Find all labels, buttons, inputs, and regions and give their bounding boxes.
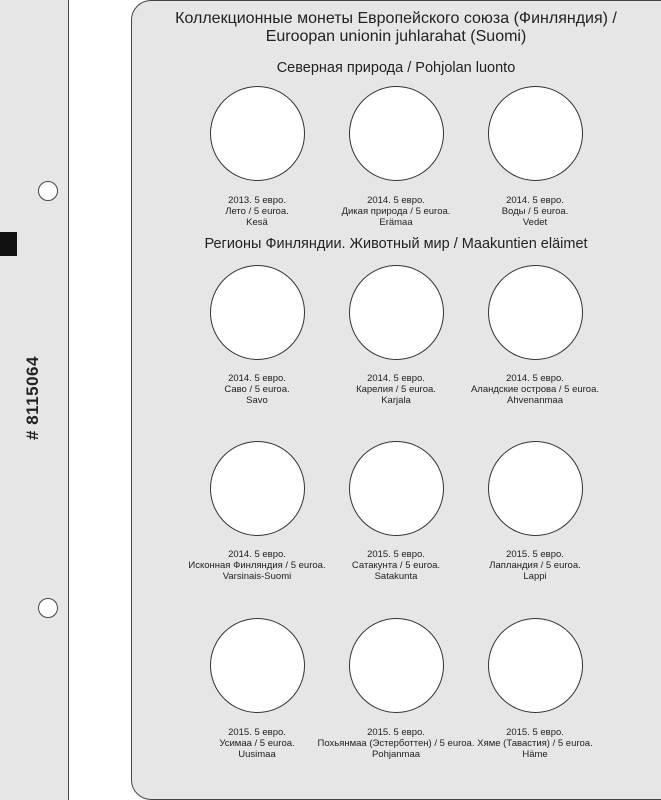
coin-caption: 2014. 5 евро. Воды / 5 euroa. Vedet (501, 195, 569, 228)
coin-slot[interactable] (349, 618, 444, 713)
page-title-line2: Euroopan unionin juhlarahat (Suomi) (265, 28, 527, 45)
page-title-line1: Коллекционные монеты Европейского союза … (175, 10, 617, 27)
coin-slot[interactable] (349, 86, 444, 181)
coin-slot[interactable] (488, 86, 583, 181)
coin-slot[interactable] (210, 618, 305, 713)
catalog-number: # 8115064 (23, 356, 42, 440)
coin-slot[interactable] (349, 441, 444, 536)
binding-strip: # 8115064 (0, 0, 69, 800)
section-title-nordic-nature: Северная природа / Pohjolan luonto (276, 60, 516, 76)
binding-hole-top (38, 181, 58, 201)
coin-caption: 2015. 5 евро. Хяме (Тавастия) / 5 euroa. H… (477, 727, 593, 760)
coin-slot[interactable] (488, 265, 583, 360)
coin-slot[interactable] (349, 265, 444, 360)
coin-slot[interactable] (488, 441, 583, 536)
marker-tab (0, 232, 17, 256)
coin-slot[interactable] (210, 265, 305, 360)
coin-slot[interactable] (210, 86, 305, 181)
coin-slot[interactable] (210, 441, 305, 536)
coin-slot[interactable] (488, 618, 583, 713)
coin-caption: 2014. 5 евро. Аландские острова / 5 euroa… (470, 373, 600, 406)
page-title: Коллекционные монеты Европейского союза … (131, 10, 661, 46)
coin-caption: 2015. 5 евро. Лапландия / 5 euroa. Lappi (489, 549, 581, 582)
section-title-regions: Регионы Финляндии. Животный мир / Maakun… (204, 236, 588, 252)
binding-hole-bottom (38, 598, 58, 618)
